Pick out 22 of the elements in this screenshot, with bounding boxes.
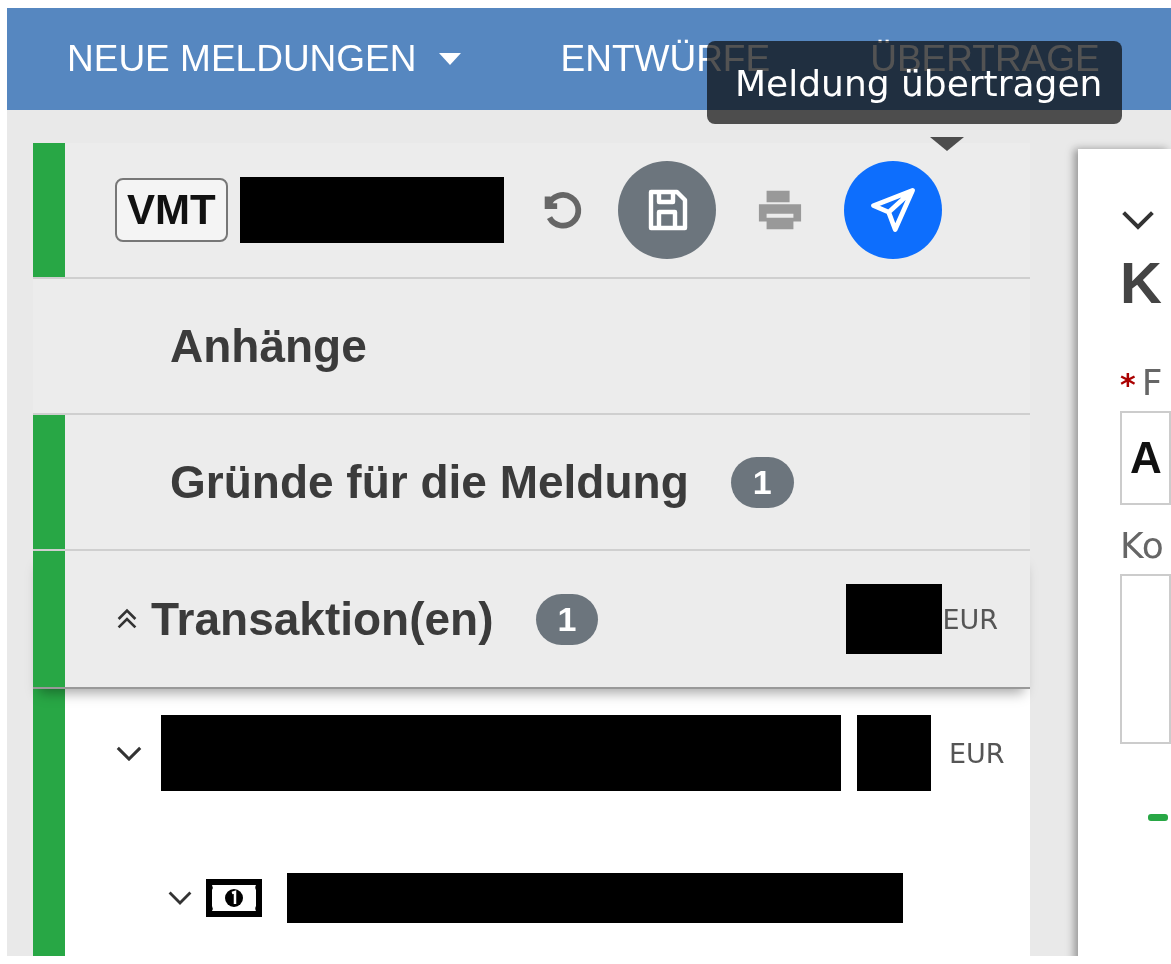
chevron-down-icon[interactable]: [115, 744, 143, 762]
section-title[interactable]: Anhänge: [170, 319, 367, 373]
dash-icon: [1148, 813, 1168, 821]
section-title[interactable]: Transaktion(en): [151, 592, 494, 646]
currency-label: EUR: [949, 737, 1005, 769]
chevron-down-icon[interactable]: [167, 890, 193, 906]
field-label: F: [1141, 361, 1163, 403]
panel-heading: K: [1120, 248, 1163, 316]
banknote-icon: [205, 878, 263, 918]
required-mark: *: [1120, 366, 1136, 402]
input-field[interactable]: A: [1120, 410, 1171, 505]
section-title[interactable]: Gründe für die Meldung: [170, 455, 689, 509]
field-label: Ko: [1120, 524, 1165, 566]
type-badge: VMT: [115, 178, 228, 242]
currency-label: EUR: [942, 603, 998, 635]
count-badge: 1: [730, 456, 794, 508]
caret-icon: [438, 53, 461, 65]
chevron-down-icon[interactable]: [1120, 209, 1156, 231]
count-badge: 1: [535, 593, 599, 645]
nav-link[interactable]: NEUE MELDUNGEN: [67, 38, 461, 80]
tooltip-arrow: [930, 137, 964, 151]
double-chevron-up-icon[interactable]: [115, 607, 139, 631]
